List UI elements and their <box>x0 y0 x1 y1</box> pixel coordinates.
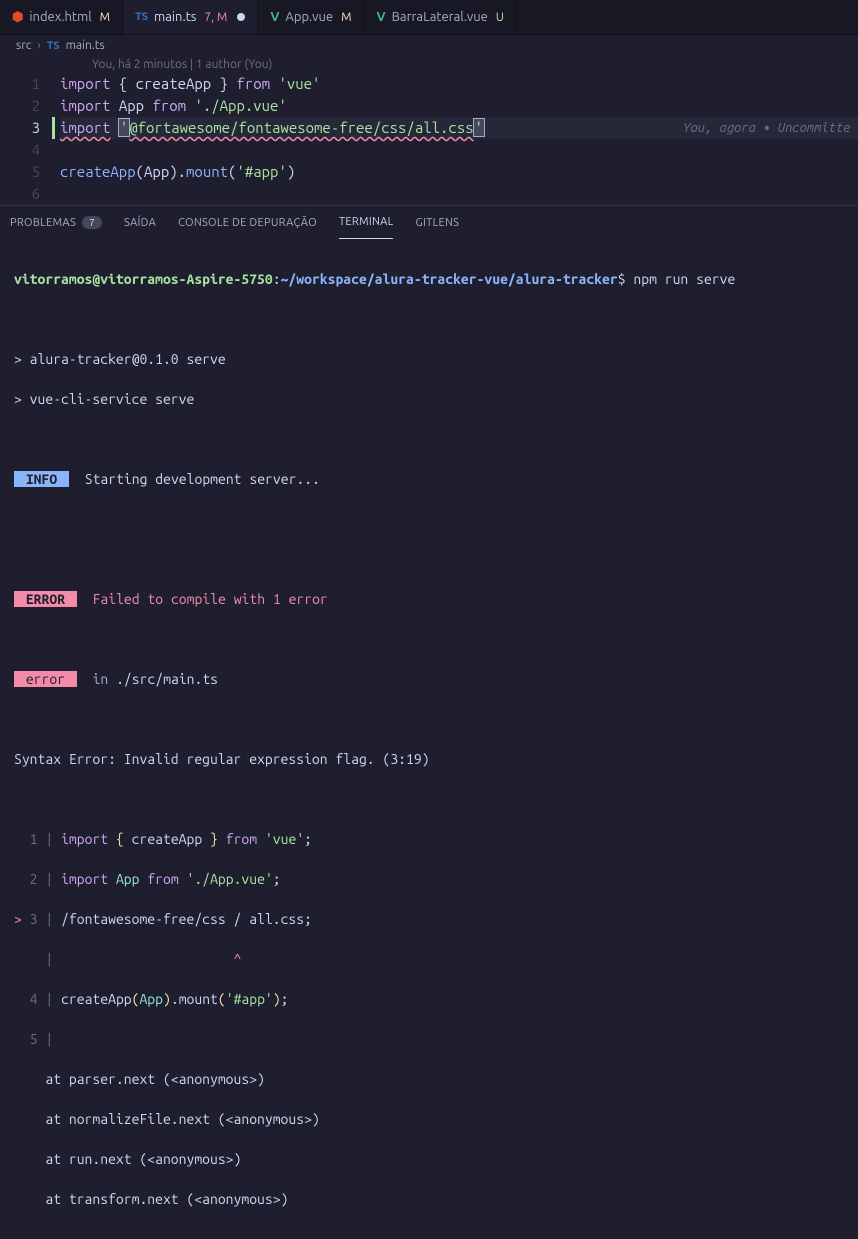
terminal-line <box>14 309 844 329</box>
line-gutter: 1 2 3 4 5 6 <box>0 73 60 205</box>
modified-gutter-icon <box>52 117 55 139</box>
terminal-line: 4 | createApp(App).mount('#app'); <box>14 989 844 1009</box>
terminal-line <box>14 709 844 729</box>
terminal-line: 5 | <box>14 1029 844 1049</box>
code-line: import App from './App.vue' <box>60 95 858 117</box>
terminal-line <box>14 629 844 649</box>
panel-tab-debug-console[interactable]: CONSOLE DE DEPURAÇÃO <box>178 206 317 239</box>
terminal-line: | ^ <box>14 949 844 969</box>
codelens[interactable]: You, há 2 minutos | 1 author (You) <box>0 56 858 73</box>
ts-icon: TS <box>47 40 60 52</box>
panel-tab-terminal[interactable]: TERMINAL <box>339 206 394 239</box>
code-line-active: import '@fortawesome/fontawesome-free/cs… <box>60 117 858 139</box>
terminal-line: at normalizeFile.next (<anonymous>) <box>14 1109 844 1129</box>
code-line <box>60 183 858 205</box>
tab-index-html[interactable]: ⬢ index.html M <box>0 0 123 34</box>
editor-tabs: ⬢ index.html M TS main.ts 7, M V App.vue… <box>0 0 858 35</box>
tab-label: App.vue <box>285 10 333 24</box>
terminal-line <box>14 549 844 569</box>
code-line <box>60 139 858 161</box>
terminal-line <box>14 509 844 529</box>
ts-icon: TS <box>135 11 148 23</box>
dirty-indicator-icon <box>237 13 245 21</box>
tab-barralateral-vue[interactable]: V BarraLateral.vue U <box>365 0 517 34</box>
tab-app-vue[interactable]: V App.vue M <box>258 0 364 34</box>
tab-label: index.html <box>29 10 91 24</box>
terminal-line: ERROR Failed to compile with 1 error <box>14 589 844 609</box>
terminal-line <box>14 789 844 809</box>
tab-status: U <box>496 11 504 24</box>
breadcrumb-segment: main.ts <box>66 39 105 52</box>
terminal-line: > 3 | /fontawesome-free/css / all.css; <box>14 909 844 929</box>
problems-count-badge: 7 <box>82 216 102 229</box>
terminal-line <box>14 429 844 449</box>
panel-tab-output[interactable]: SAÍDA <box>124 206 156 239</box>
breadcrumb-segment: src <box>16 39 31 52</box>
code-content[interactable]: import { createApp } from 'vue' import A… <box>60 73 858 205</box>
terminal-line: > alura-tracker@0.1.0 serve <box>14 349 844 369</box>
terminal-line: vitorramos@vitorramos-Aspire-5750:~/work… <box>14 269 844 289</box>
breadcrumb[interactable]: src › TS main.ts <box>0 35 858 56</box>
tab-label: BarraLateral.vue <box>392 10 488 24</box>
code-line: createApp(App).mount('#app') <box>60 161 858 183</box>
terminal-line: Syntax Error: Invalid regular expression… <box>14 749 844 769</box>
terminal-line: 2 | import App from './App.vue'; <box>14 869 844 889</box>
panel-tab-gitlens[interactable]: GITLENS <box>415 206 459 239</box>
code-line: import { createApp } from 'vue' <box>60 73 858 95</box>
tab-main-ts[interactable]: TS main.ts 7, M <box>123 0 258 34</box>
error-badge: error <box>14 671 77 687</box>
tab-status: M <box>100 11 110 24</box>
terminal-line: at transform.next (<anonymous>) <box>14 1189 844 1209</box>
tab-status: 7, M <box>204 11 227 24</box>
error-badge: ERROR <box>14 591 77 607</box>
vue-icon: V <box>270 10 279 24</box>
html5-icon: ⬢ <box>12 10 23 25</box>
code-editor[interactable]: 1 2 3 4 5 6 import { createApp } from 'v… <box>0 73 858 205</box>
terminal-line: error in ./src/main.ts <box>14 669 844 689</box>
tab-label: main.ts <box>154 10 196 24</box>
panel-tab-problems[interactable]: PROBLEMAS 7 <box>10 206 102 239</box>
panel-tabs: PROBLEMAS 7 SAÍDA CONSOLE DE DEPURAÇÃO T… <box>0 205 858 239</box>
info-badge: INFO <box>14 471 69 487</box>
terminal-line: > vue-cli-service serve <box>14 389 844 409</box>
vue-icon: V <box>377 10 386 24</box>
tab-status: M <box>341 11 351 24</box>
terminal-line: at parser.next (<anonymous>) <box>14 1069 844 1089</box>
terminal-line: at run.next (<anonymous>) <box>14 1149 844 1169</box>
terminal-line: 1 | import { createApp } from 'vue'; <box>14 829 844 849</box>
terminal-line: INFO Starting development server... <box>14 469 844 489</box>
terminal[interactable]: vitorramos@vitorramos-Aspire-5750:~/work… <box>0 239 858 1239</box>
gitlens-blame: You, agora • Uncommitte <box>683 117 850 139</box>
chevron-right-icon: › <box>37 39 40 52</box>
